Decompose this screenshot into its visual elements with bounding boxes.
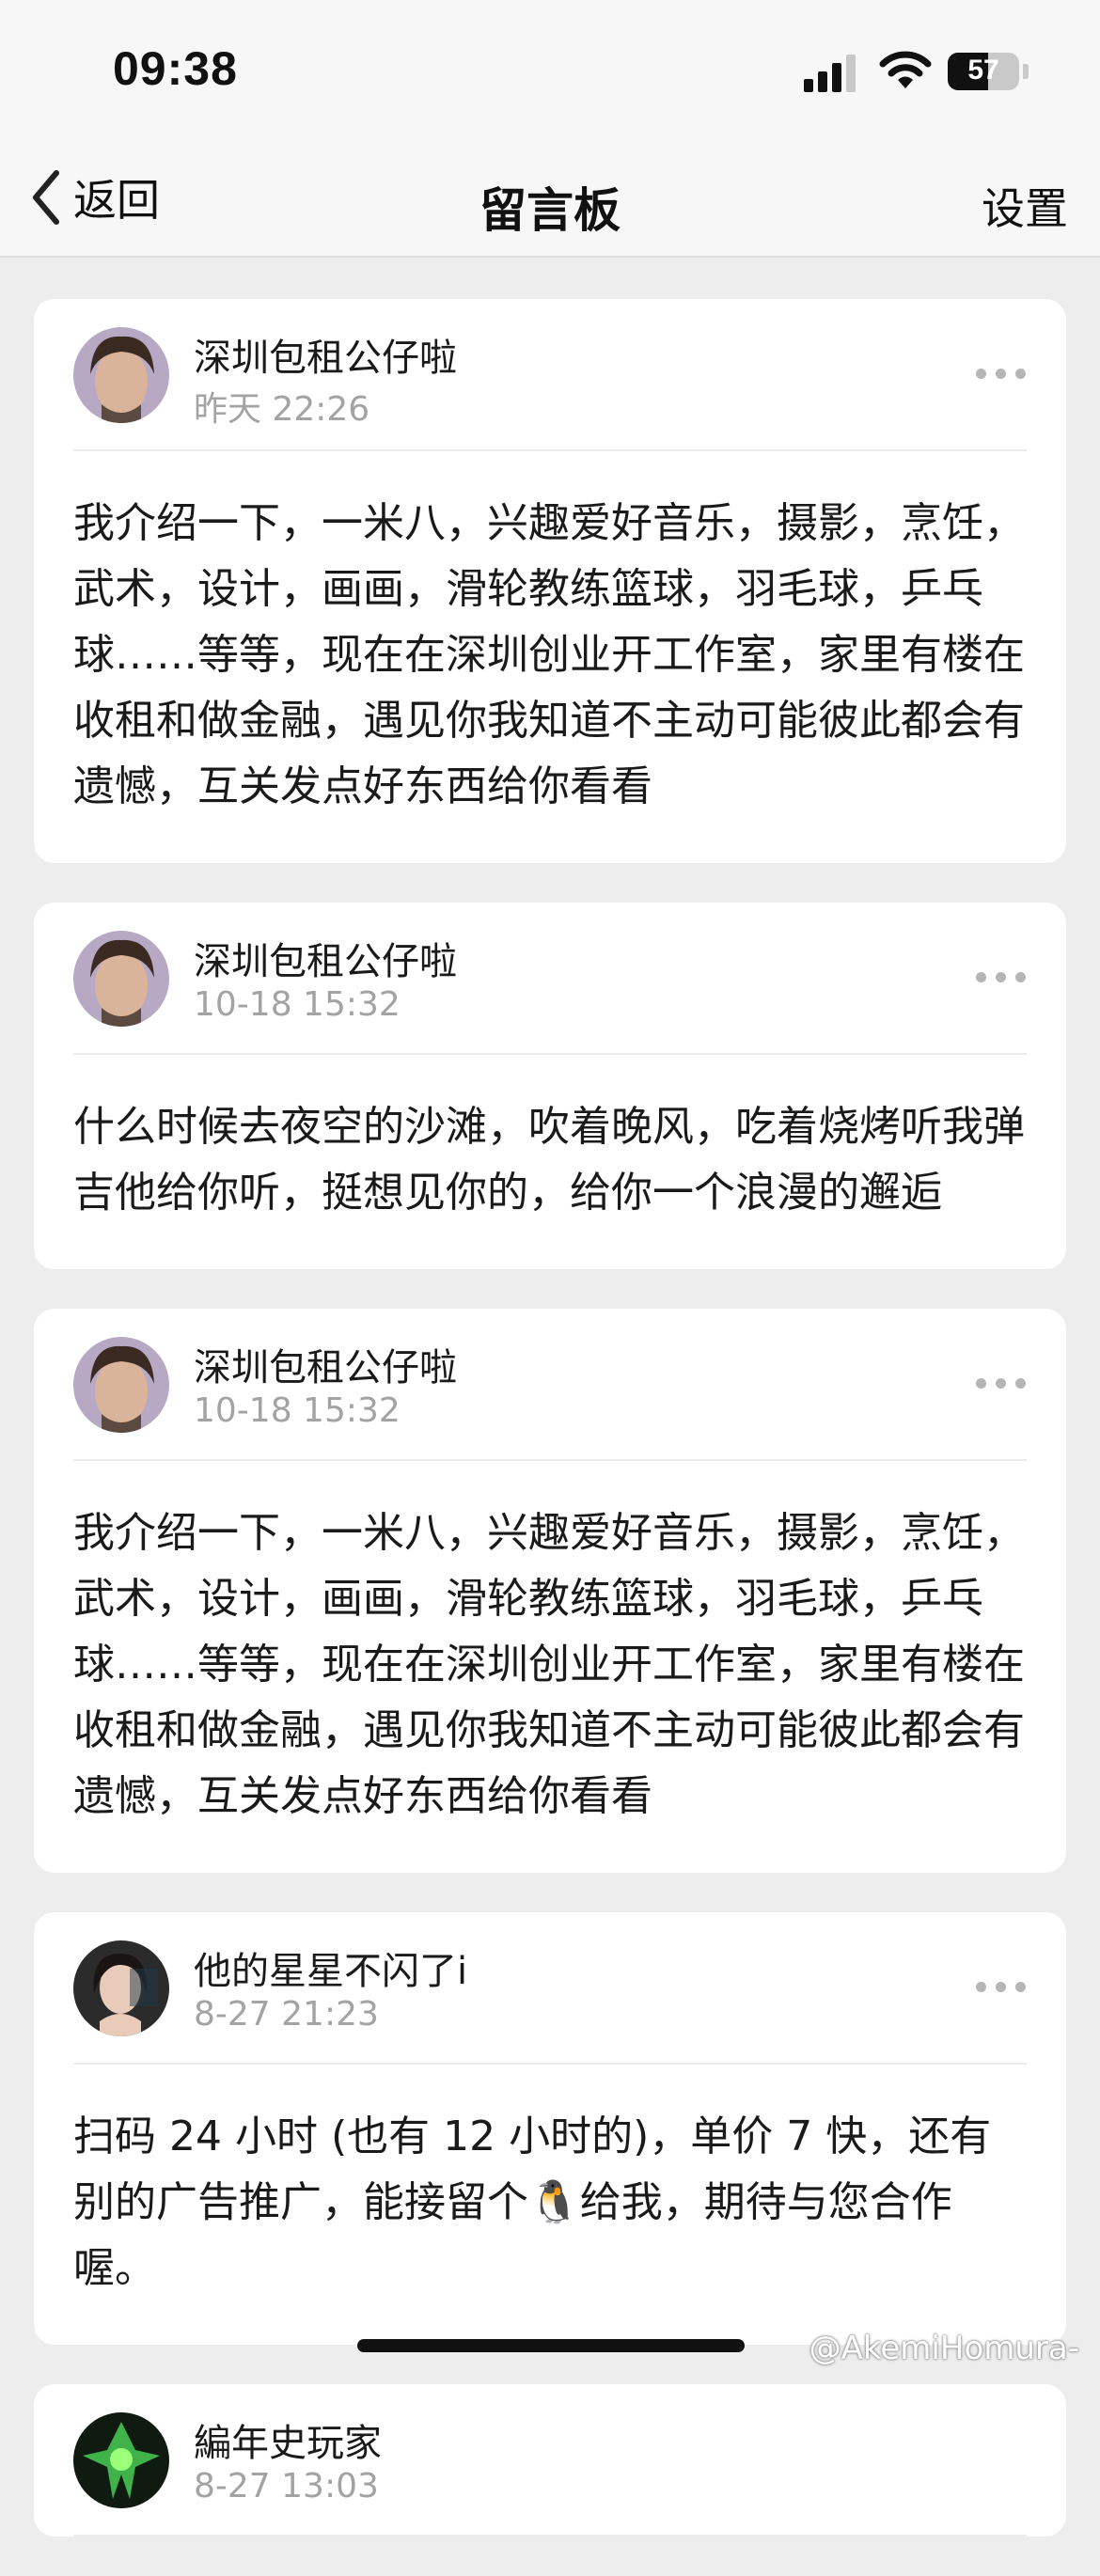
avatar[interactable] — [73, 1940, 169, 2036]
avatar[interactable] — [73, 327, 169, 423]
page-title: 留言板 — [479, 183, 621, 238]
message-content: 扫码 24 小时 (也有 12 小时的)，单价 7 快，还有别的广告推广，能接留… — [73, 2065, 1027, 2345]
message-date: 昨天 22:26 — [194, 390, 370, 429]
status-time: 09:38 — [113, 42, 238, 95]
more-icon[interactable] — [976, 972, 1027, 985]
message-list: 深圳包租公仔啦 昨天 22:26 我介绍一下，一米八，兴趣爱好音乐，摄影，烹饪，… — [34, 299, 1066, 2576]
settings-button[interactable]: 设置 — [982, 175, 1068, 237]
message-header: 深圳包租公仔啦 10-18 15:32 — [73, 1309, 1027, 1461]
cellular-signal-icon — [804, 55, 856, 92]
message-date: 10-18 15:32 — [194, 985, 401, 1024]
message-date: 10-18 15:32 — [194, 1391, 401, 1430]
battery-icon: 57 — [948, 53, 1019, 90]
battery-tip — [1023, 64, 1029, 79]
message-card: 深圳包租公仔啦 10-18 15:32 我介绍一下，一米八，兴趣爱好音乐，摄影，… — [34, 1309, 1066, 1873]
battery-percent: 57 — [967, 55, 999, 86]
message-date: 8-27 13:03 — [194, 2467, 379, 2505]
message-date: 8-27 21:23 — [194, 1995, 379, 2034]
message-header: 他的星星不闪了i 8-27 21:23 — [73, 1912, 1027, 2065]
avatar[interactable] — [73, 931, 169, 1027]
message-author[interactable]: 編年史玩家 — [194, 2412, 382, 2467]
more-icon[interactable] — [976, 1982, 1027, 1995]
more-icon[interactable] — [976, 369, 1027, 382]
message-author[interactable]: 深圳包租公仔啦 — [194, 327, 457, 382]
wifi-icon — [879, 51, 932, 88]
message-content: 什么时候去夜空的沙滩，吹着晚风，吃着烧烤听我弹吉他给你听，挺想见你的，给你一个浪… — [73, 1103, 1025, 1217]
message-author[interactable]: 深圳包租公仔啦 — [194, 931, 457, 985]
status-bar: 09:38 57 — [0, 0, 1100, 141]
more-icon[interactable] — [976, 1378, 1027, 1391]
avatar[interactable] — [73, 2412, 169, 2508]
message-author[interactable]: 他的星星不闪了i — [194, 1940, 467, 1995]
message-card: 深圳包租公仔啦 10-18 15:32 什么时候去夜空的沙滩，吹着晚风，吃着烧烤… — [34, 903, 1066, 1269]
message-card: 深圳包租公仔啦 昨天 22:26 我介绍一下，一米八，兴趣爱好音乐，摄影，烹饪，… — [34, 299, 1066, 863]
avatar[interactable] — [73, 1337, 169, 1433]
home-indicator[interactable] — [357, 2339, 745, 2352]
message-content: 我介绍一下，一米八，兴趣爱好音乐，摄影，烹饪，武术，设计，画画，滑轮教练篮球，羽… — [73, 1509, 1025, 1820]
watermark: @AkemiHomura- — [809, 2330, 1079, 2367]
message-header: 深圳包租公仔啦 昨天 22:26 — [73, 299, 1027, 451]
message-author[interactable]: 深圳包租公仔啦 — [194, 1337, 457, 1391]
message-header: 深圳包租公仔啦 10-18 15:32 — [73, 903, 1027, 1055]
message-content: 我介绍一下，一米八，兴趣爱好音乐，摄影，烹饪，武术，设计，画画，滑轮教练篮球，羽… — [73, 499, 1025, 810]
message-card: 他的星星不闪了i 8-27 21:23 扫码 24 小时 (也有 12 小时的)… — [34, 1912, 1066, 2345]
penguin-icon: 🐧 — [528, 2178, 580, 2226]
message-header: 編年史玩家 8-27 13:03 — [73, 2384, 1027, 2537]
nav-bar: 返回 留言板 设置 — [0, 141, 1100, 258]
message-card: 編年史玩家 8-27 13:03 — [34, 2384, 1066, 2537]
